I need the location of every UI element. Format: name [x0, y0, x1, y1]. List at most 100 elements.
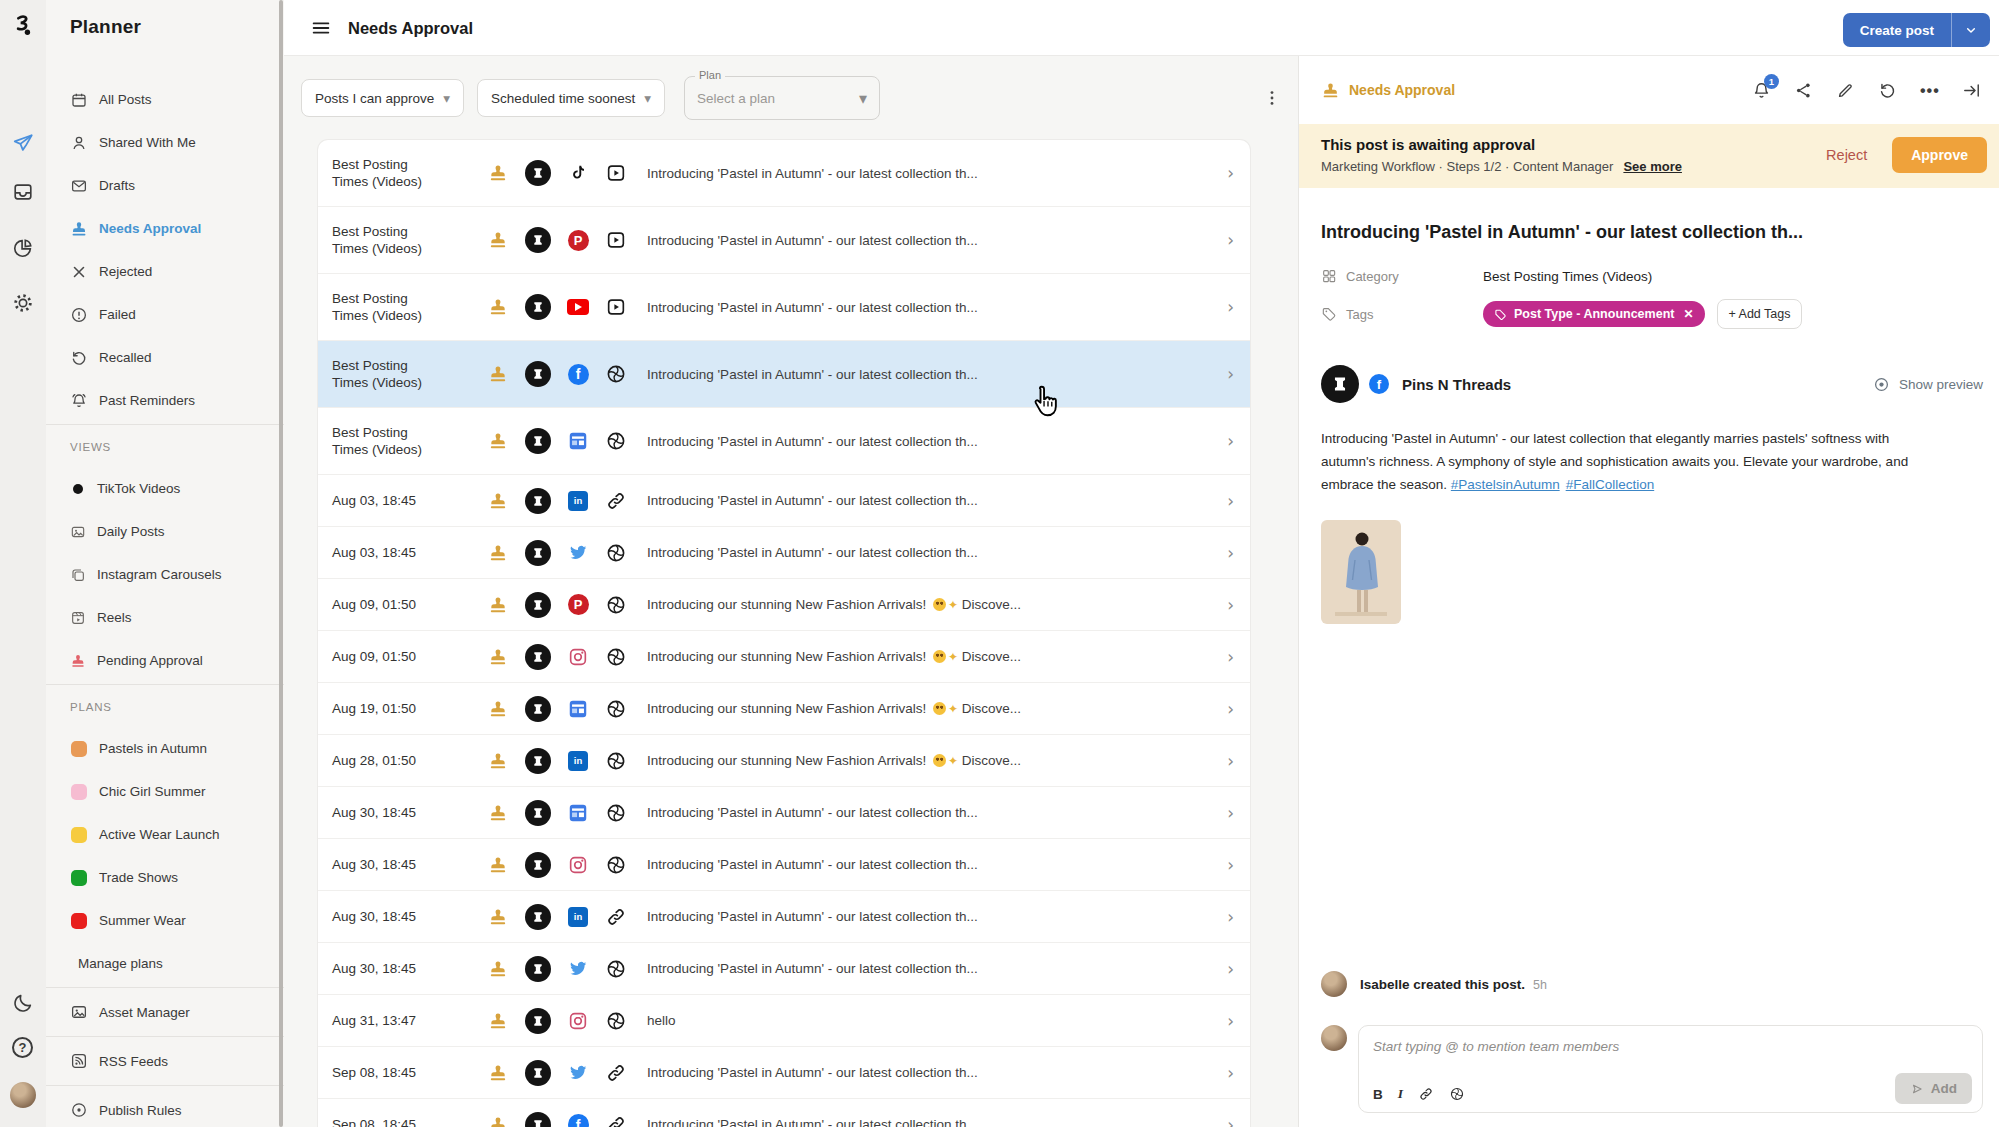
- reel-icon: [70, 610, 86, 626]
- reject-button[interactable]: Reject: [1826, 147, 1867, 163]
- help-icon[interactable]: ?: [12, 1037, 33, 1058]
- collapse-panel-icon[interactable]: [1962, 81, 1981, 100]
- publish-icon[interactable]: [12, 132, 34, 154]
- share-icon[interactable]: [1794, 81, 1813, 100]
- sidebar-plan-chic-girl-summer[interactable]: Chic Girl Summer: [46, 770, 284, 813]
- add-tags-button[interactable]: + Add Tags: [1717, 299, 1803, 329]
- post-row[interactable]: Sep 08, 18:45Introducing 'Pastel in Autu…: [318, 1047, 1250, 1099]
- approve-filter-dropdown[interactable]: Posts I can approve▾: [301, 79, 464, 117]
- bold-icon[interactable]: B: [1373, 1087, 1383, 1102]
- post-row[interactable]: Aug 30, 18:45inIntroducing 'Pastel in Au…: [318, 891, 1250, 943]
- tags-label: Tags: [1321, 306, 1483, 322]
- post-row[interactable]: Sep 08, 18:45fIntroducing 'Pastel in Aut…: [318, 1099, 1250, 1127]
- list-more-icon[interactable]: [1262, 88, 1282, 108]
- post-row[interactable]: Aug 03, 18:45Introducing 'Pastel in Autu…: [318, 527, 1250, 579]
- approve-button[interactable]: Approve: [1892, 137, 1987, 173]
- sidebar-item-recalled[interactable]: Recalled: [46, 336, 284, 379]
- approval-stamp-icon: [488, 907, 508, 927]
- post-row[interactable]: Aug 09, 01:50PIntroducing our stunning N…: [318, 579, 1250, 631]
- menu-icon[interactable]: [310, 17, 332, 39]
- sidebar-item-drafts[interactable]: Drafts: [46, 164, 284, 207]
- chevron-right-icon: ›: [1227, 491, 1234, 511]
- post-row[interactable]: Aug 03, 18:45inIntroducing 'Pastel in Au…: [318, 475, 1250, 527]
- plan-select[interactable]: Plan Select a plan ▾: [684, 76, 880, 120]
- account-avatar: [525, 956, 551, 982]
- sidebar-item-failed[interactable]: Failed: [46, 293, 284, 336]
- sidebar-item-publish-rules[interactable]: Publish Rules: [46, 1088, 284, 1127]
- post-schedule-time: Sep 08, 18:45: [332, 1064, 488, 1081]
- more-icon[interactable]: •••: [1920, 81, 1939, 100]
- show-preview-button[interactable]: Show preview: [1873, 376, 1983, 393]
- sidebar-item-asset-manager[interactable]: Asset Manager: [46, 990, 284, 1034]
- settings-icon[interactable]: [12, 292, 34, 314]
- brand-logo-icon[interactable]: [9, 12, 37, 42]
- chevron-right-icon: ›: [1227, 751, 1234, 771]
- plans-section-label: PLANS: [46, 687, 284, 727]
- remove-tag-icon[interactable]: ✕: [1683, 307, 1693, 321]
- post-media-thumbnail[interactable]: [1321, 520, 1401, 624]
- post-row[interactable]: Aug 30, 18:45Introducing 'Pastel in Autu…: [318, 787, 1250, 839]
- create-post-button[interactable]: Create post: [1843, 13, 1990, 47]
- inbox-icon[interactable]: [12, 181, 34, 203]
- sidebar-item-needs-approval[interactable]: Needs Approval: [46, 207, 284, 250]
- sidebar-view-reels[interactable]: Reels: [46, 596, 284, 639]
- hashtag-link[interactable]: #PastelsinAutumn: [1451, 477, 1560, 492]
- hashtag-link[interactable]: #FallCollection: [1566, 477, 1655, 492]
- history-icon[interactable]: [1878, 81, 1897, 100]
- see-more-link[interactable]: See more: [1623, 159, 1682, 174]
- add-comment-button[interactable]: Add: [1895, 1073, 1972, 1104]
- post-row[interactable]: Aug 09, 01:50Introducing our stunning Ne…: [318, 631, 1250, 683]
- post-row[interactable]: Best Posting Times (Videos)PIntroducing …: [318, 207, 1250, 274]
- sidebar-view-instagram-carousels[interactable]: Instagram Carousels: [46, 553, 284, 596]
- sort-filter-dropdown[interactable]: Scheduled time soonest▾: [477, 79, 665, 117]
- post-row[interactable]: Aug 30, 18:45Introducing 'Pastel in Autu…: [318, 943, 1250, 995]
- sidebar-view-tiktok-videos[interactable]: TikTok Videos: [46, 467, 284, 510]
- user-avatar[interactable]: [10, 1082, 36, 1108]
- mail-icon: [70, 177, 88, 195]
- heart-eyes-emoji: [933, 702, 946, 715]
- italic-icon[interactable]: I: [1398, 1086, 1403, 1102]
- video-post-icon: [605, 296, 627, 318]
- analytics-icon[interactable]: [12, 237, 34, 259]
- media-post-icon: [605, 854, 627, 876]
- media-icon[interactable]: [1449, 1086, 1465, 1102]
- post-row[interactable]: Best Posting Times (Videos)Introducing '…: [318, 274, 1250, 341]
- post-row[interactable]: Aug 30, 18:45Introducing 'Pastel in Autu…: [318, 839, 1250, 891]
- sidebar-view-pending-approval[interactable]: Pending Approval: [46, 639, 284, 682]
- sidebar-item-rss-feeds[interactable]: RSS Feeds: [46, 1039, 284, 1083]
- post-row[interactable]: Aug 31, 13:47hello›: [318, 995, 1250, 1047]
- dark-mode-icon[interactable]: [12, 992, 34, 1014]
- sidebar-plan-trade-shows[interactable]: Trade Shows: [46, 856, 284, 899]
- twitter-icon: [567, 958, 589, 980]
- facebook-icon: f: [568, 364, 589, 385]
- sidebar-view-daily-posts[interactable]: Daily Posts: [46, 510, 284, 553]
- post-row[interactable]: Best Posting Times (Videos)Introducing '…: [318, 140, 1250, 207]
- account-avatar: [525, 852, 551, 878]
- sidebar-item-shared-with-me[interactable]: Shared With Me: [46, 121, 284, 164]
- carousel-icon: [70, 567, 86, 583]
- sidebar-item-rejected[interactable]: Rejected: [46, 250, 284, 293]
- sidebar-item-manage-plans[interactable]: Manage plans: [46, 942, 284, 985]
- post-row[interactable]: Best Posting Times (Videos)fIntroducing …: [318, 341, 1250, 408]
- edit-icon[interactable]: [1836, 81, 1855, 100]
- chevron-right-icon: ›: [1227, 803, 1234, 823]
- sidebar-item-all-posts[interactable]: All Posts: [46, 78, 284, 121]
- post-row[interactable]: Aug 28, 01:50inIntroducing our stunning …: [318, 735, 1250, 787]
- category-value[interactable]: Best Posting Times (Videos): [1483, 269, 1652, 284]
- tag-pill[interactable]: Post Type - Announcement ✕: [1483, 301, 1705, 327]
- comment-input[interactable]: Start typing @ to mention team members B…: [1358, 1025, 1983, 1113]
- sidebar-plan-pastels-in-autumn[interactable]: Pastels in Autumn: [46, 727, 284, 770]
- approval-stamp-icon: [488, 230, 508, 250]
- create-post-caret[interactable]: [1952, 13, 1990, 47]
- sidebar-plan-summer-wear[interactable]: Summer Wear: [46, 899, 284, 942]
- post-text: Introducing 'Pastel in Autumn' - our lat…: [647, 300, 1219, 315]
- sidebar-plan-active-wear-launch[interactable]: Active Wear Launch: [46, 813, 284, 856]
- heart-eyes-emoji: [933, 754, 946, 767]
- post-row[interactable]: Aug 19, 01:50Introducing our stunning Ne…: [318, 683, 1250, 735]
- post-row[interactable]: Best Posting Times (Videos)Introducing '…: [318, 408, 1250, 475]
- post-text: Introducing our stunning New Fashion Arr…: [647, 753, 1219, 768]
- notifications-icon[interactable]: 1: [1752, 81, 1771, 100]
- link-icon[interactable]: [1418, 1086, 1434, 1102]
- linkedin-icon: in: [568, 491, 588, 511]
- sidebar-item-past-reminders[interactable]: Past Reminders: [46, 379, 284, 422]
